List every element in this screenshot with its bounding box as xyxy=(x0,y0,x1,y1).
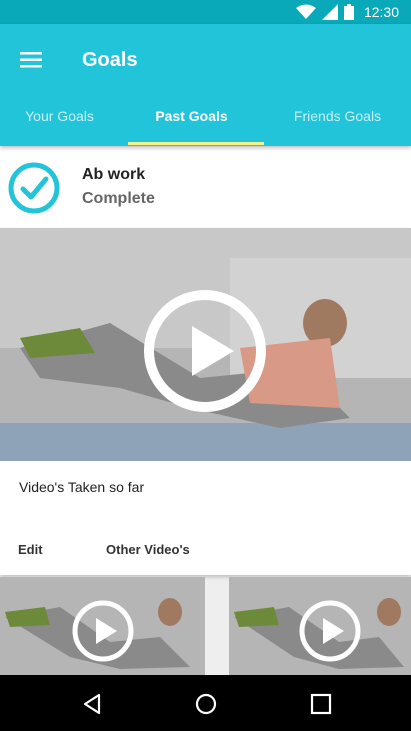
back-icon[interactable] xyxy=(80,692,104,716)
play-icon[interactable] xyxy=(71,599,135,663)
tab-bar: Your Goals Past Goals Friends Goals xyxy=(0,96,411,146)
battery-icon xyxy=(343,4,354,20)
hamburger-menu-icon[interactable] xyxy=(20,52,42,68)
video-card: Video's Taken so far Edit Other Video's xyxy=(0,228,411,575)
video-thumbnail[interactable] xyxy=(0,228,411,461)
status-bar: 12:30 xyxy=(0,0,411,24)
play-icon[interactable] xyxy=(298,599,362,663)
tab-indicator xyxy=(128,142,264,145)
other-videos-button[interactable]: Other Video's xyxy=(106,542,190,557)
tab-past-goals[interactable]: Past Goals xyxy=(119,96,264,146)
cell-signal-icon xyxy=(321,4,338,20)
app-bar: Goals Your Goals Past Goals Friends Goal… xyxy=(0,24,411,146)
video-card-caption: Video's Taken so far xyxy=(19,479,145,495)
home-icon[interactable] xyxy=(194,692,218,716)
edit-button[interactable]: Edit xyxy=(18,542,43,557)
status-icons: 12:30 xyxy=(295,3,399,21)
status-time: 12:30 xyxy=(363,4,399,20)
recents-icon[interactable] xyxy=(309,692,333,716)
check-circle-icon xyxy=(8,162,60,214)
system-nav-bar xyxy=(0,675,411,731)
goal-row[interactable]: Ab work Complete xyxy=(0,146,411,228)
play-icon[interactable] xyxy=(142,288,268,414)
wifi-icon xyxy=(295,4,316,19)
page-title: Goals xyxy=(82,49,138,71)
tab-your-goals[interactable]: Your Goals xyxy=(0,96,119,146)
goal-status: Complete xyxy=(82,190,155,207)
goal-title: Ab work xyxy=(82,166,146,183)
video-thumbnail-small-1[interactable] xyxy=(0,577,205,675)
video-thumbnail-small-2[interactable] xyxy=(229,577,411,675)
tab-friends-goals[interactable]: Friends Goals xyxy=(264,96,411,146)
